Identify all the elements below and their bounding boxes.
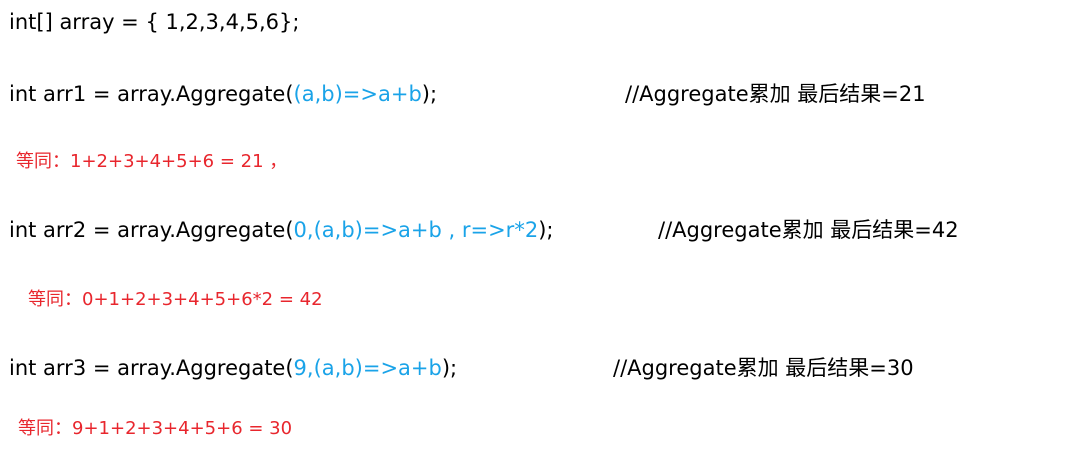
code-text: int arr1 = array.Aggregate( — [9, 82, 294, 106]
code-text-end: ); — [441, 356, 458, 380]
comment-arr1: //Aggregate累加 最后结果=21 — [625, 82, 926, 106]
equivalent-note-arr2: 等同：0+1+2+3+4+5+6*2 = 42 — [28, 289, 323, 310]
code-text-end: ); — [421, 82, 438, 106]
code-line-arr2: int arr2 = array.Aggregate(0,(a,b)=>a+b … — [9, 220, 553, 241]
lambda-text: 9,(a,b)=>a+b — [293, 356, 442, 380]
lambda-text: 0,(a,b)=>a+b , r=>r*2 — [293, 218, 539, 242]
equivalent-note-arr1: 等同：1+2+3+4+5+6 = 21 ， — [16, 151, 288, 172]
code-text: int arr3 = array.Aggregate( — [9, 356, 294, 380]
comment-arr2: //Aggregate累加 最后结果=42 — [658, 218, 959, 242]
equivalent-note-arr3: 等同：9+1+2+3+4+5+6 = 30 — [18, 418, 293, 439]
code-text-end: ); — [538, 218, 554, 242]
code-line-arr3: int arr3 = array.Aggregate(9,(a,b)=>a+b)… — [9, 358, 457, 379]
code-text: int[] array = { 1,2,3,4,5,6}; — [9, 10, 300, 34]
code-line-array: int[] array = { 1,2,3,4,5,6}; — [9, 12, 299, 33]
code-text: int arr2 = array.Aggregate( — [9, 218, 294, 242]
lambda-text: (a,b)=>a+b — [293, 82, 422, 106]
code-line-arr1: int arr1 = array.Aggregate((a,b)=>a+b); — [9, 84, 437, 105]
comment-arr3: //Aggregate累加 最后结果=30 — [613, 356, 914, 380]
